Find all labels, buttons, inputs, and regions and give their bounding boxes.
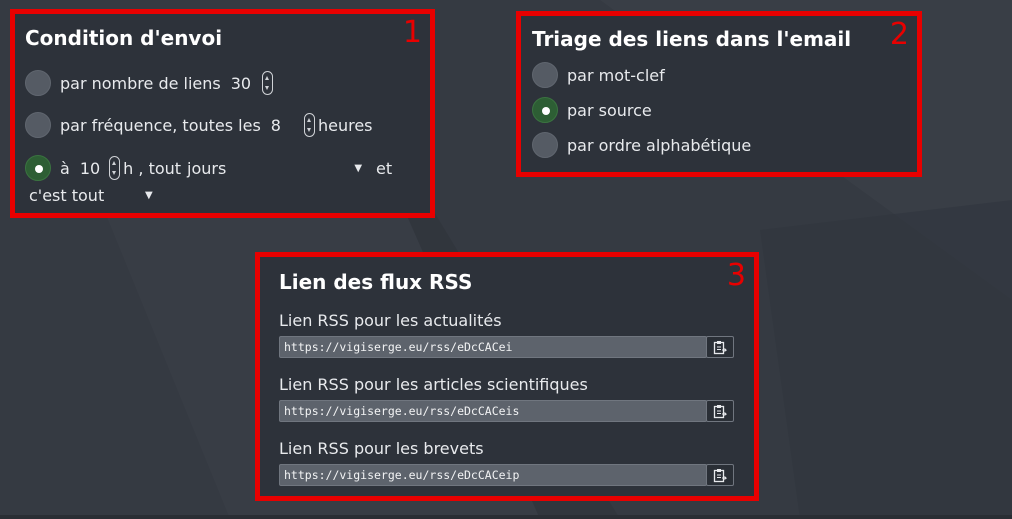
time-suffix: h , tout bbox=[123, 158, 182, 178]
rss-url-articles[interactable]: https://vigiserge.eu/rss/eDcCACeis bbox=[279, 400, 707, 422]
panel-number: 3 bbox=[726, 258, 746, 293]
days-select-value: jours bbox=[187, 158, 227, 178]
panel-title: Condition d'envoi bbox=[25, 26, 223, 50]
panel-title: Lien des flux RSS bbox=[279, 270, 473, 294]
option-links-label: par nombre de liens bbox=[60, 73, 221, 93]
frequency-input[interactable]: 8 bbox=[271, 116, 281, 135]
option-frequency-label: par fréquence, toutes les bbox=[60, 115, 261, 135]
option-time-row: à 10 h , tout jours ▼ et bbox=[25, 155, 392, 181]
frequency-spinner-icon[interactable] bbox=[303, 113, 315, 137]
and-label: et bbox=[376, 158, 393, 178]
radio-keyword[interactable] bbox=[532, 62, 558, 88]
links-count-spinner-icon[interactable] bbox=[262, 71, 274, 95]
rss-panel: 3 Lien des flux RSS Lien RSS pour les ac… bbox=[255, 252, 759, 501]
sort-option-alpha: par ordre alphabétique bbox=[532, 132, 751, 158]
copy-news-button[interactable] bbox=[706, 336, 734, 358]
rss-label-patents: Lien RSS pour les brevets bbox=[279, 439, 484, 458]
clipboard-icon bbox=[713, 404, 727, 418]
hour-input[interactable]: 10 bbox=[80, 159, 100, 178]
option-frequency-row: par fréquence, toutes les 8 heures bbox=[25, 112, 373, 138]
extra-select[interactable]: c'est tout ▼ bbox=[29, 186, 153, 205]
clipboard-icon bbox=[713, 340, 727, 354]
hour-spinner-icon[interactable] bbox=[109, 156, 121, 180]
rss-url-patents[interactable]: https://vigiserge.eu/rss/eDcCACeip bbox=[279, 464, 707, 486]
copy-articles-button[interactable] bbox=[706, 400, 734, 422]
copy-patents-button[interactable] bbox=[706, 464, 734, 486]
rss-label-news: Lien RSS pour les actualités bbox=[279, 311, 502, 330]
radio-frequency[interactable] bbox=[25, 112, 51, 138]
sort-option-label: par source bbox=[567, 100, 652, 120]
radio-source[interactable] bbox=[532, 97, 558, 123]
radio-time[interactable] bbox=[25, 155, 51, 181]
links-count-input[interactable]: 30 bbox=[231, 74, 251, 93]
extra-select-value: c'est tout bbox=[29, 186, 105, 205]
radio-links[interactable] bbox=[25, 70, 51, 96]
sort-option-source: par source bbox=[532, 97, 652, 123]
panel-number: 2 bbox=[889, 17, 909, 52]
extra-select-arrow-icon: ▼ bbox=[145, 190, 153, 201]
sort-option-label: par ordre alphabétique bbox=[567, 135, 752, 155]
sort-option-keyword: par mot-clef bbox=[532, 62, 665, 88]
frequency-unit: heures bbox=[317, 115, 373, 135]
send-condition-panel: 1 Condition d'envoi par nombre de liens … bbox=[10, 9, 435, 218]
option-links-row: par nombre de liens 30 bbox=[25, 70, 276, 96]
days-select[interactable]: jours ▼ bbox=[187, 159, 362, 178]
panel-number: 1 bbox=[402, 15, 422, 50]
panel-title: Triage des liens dans l'email bbox=[532, 27, 852, 51]
radio-alphabetical[interactable] bbox=[532, 132, 558, 158]
sort-option-label: par mot-clef bbox=[567, 65, 665, 85]
rss-label-articles: Lien RSS pour les articles scientifiques bbox=[279, 375, 588, 394]
time-prefix: à bbox=[60, 158, 70, 178]
rss-url-news[interactable]: https://vigiserge.eu/rss/eDcCACei bbox=[279, 336, 707, 358]
clipboard-icon bbox=[713, 468, 727, 482]
link-sort-panel: 2 Triage des liens dans l'email par mot-… bbox=[516, 11, 922, 177]
days-select-arrow-icon: ▼ bbox=[354, 162, 363, 174]
